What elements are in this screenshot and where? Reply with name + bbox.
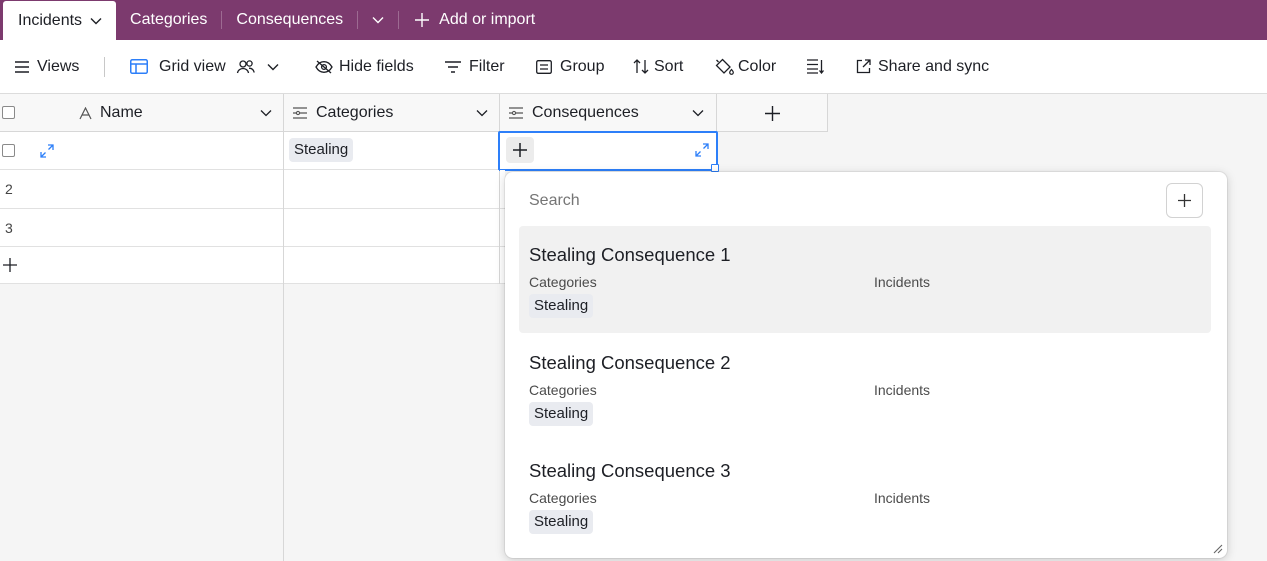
collaborators-icon [236,59,255,73]
add-row-button[interactable] [0,247,283,284]
color-button[interactable]: Color [715,58,776,76]
sort-icon [633,59,649,74]
grid-view-label: Grid view [159,57,226,75]
record-categories-label: Categories [529,382,597,398]
toolbar-divider [104,57,105,77]
categories-cell[interactable] [284,209,499,247]
search-input[interactable] [519,184,1159,218]
grid-icon [130,59,148,74]
expand-cell-icon[interactable] [695,143,709,157]
select-all-checkbox[interactable] [2,106,15,119]
tab-consequences-label: Consequences [236,11,344,28]
categories-cell[interactable]: Stealing [284,132,499,170]
chevron-down-icon [267,63,279,70]
expand-record-icon[interactable] [40,144,54,158]
record-incidents-label: Incidents [874,382,931,398]
record-title: Stealing Consequence 1 [529,244,731,265]
consequences-cell-active[interactable] [498,131,719,172]
row-height-button[interactable] [807,59,825,74]
table-row[interactable] [0,132,283,170]
record-title: Stealing Consequence 2 [529,352,731,373]
record-categories-label: Categories [529,274,597,290]
record-incidents-label: Incidents [874,490,931,506]
views-button[interactable]: Views [15,58,79,76]
view-toolbar: Views Grid view Hide fields Filter Group… [0,40,1267,94]
column-header-consequences[interactable]: Consequences [500,94,716,132]
row-number: 3 [5,220,13,236]
record-incidents-label: Incidents [874,274,931,290]
record-title: Stealing Consequence 3 [529,460,731,481]
resize-handle-icon[interactable] [1211,542,1223,554]
share-and-sync-button[interactable]: Share and sync [856,58,989,76]
share-and-sync-label: Share and sync [878,57,990,75]
record-option[interactable]: Stealing Consequence 3 Categories Incide… [519,442,1211,549]
group-label: Group [560,57,605,75]
linked-record-icon [509,107,523,119]
chevron-down-icon[interactable] [90,17,102,25]
color-label: Color [738,57,777,75]
tab-consequences[interactable]: Consequences [222,0,357,40]
eye-off-icon [315,60,333,73]
chevron-down-icon[interactable] [260,109,272,117]
plus-icon [415,13,430,27]
category-pill: Stealing [529,510,594,534]
row-number: 2 [5,181,13,197]
text-field-icon [79,106,92,119]
add-row-cell[interactable] [284,247,499,284]
tab-categories-label: Categories [130,11,208,28]
record-option[interactable]: Stealing Consequence 2 Categories Incide… [519,334,1211,441]
column-header-categories[interactable]: Categories [284,94,500,132]
grid-header-row: Name Categories Consequences [0,94,828,132]
add-or-import-label: Add or import [439,11,536,28]
chevron-down-icon [372,17,384,24]
plus-icon [513,143,527,157]
sort-label: Sort [654,57,684,75]
column-header-consequences-label: Consequences [532,104,639,121]
filter-button[interactable]: Filter [445,58,505,76]
chevron-down-icon[interactable] [692,109,704,117]
hide-fields-button[interactable]: Hide fields [315,58,414,76]
paint-bucket-icon [715,58,734,75]
cell-fill-handle[interactable] [711,164,719,172]
tab-incidents-label: Incidents [18,11,83,29]
record-option[interactable]: Stealing Consequence 1 Categories Incide… [519,226,1211,333]
plus-icon [764,105,780,121]
menu-icon [15,60,29,73]
plus-icon [3,258,17,272]
plus-icon [1178,194,1191,207]
row-height-icon [807,59,825,74]
create-new-record-button[interactable] [1166,183,1203,218]
external-link-icon [856,59,871,74]
filter-label: Filter [469,57,505,75]
chevron-down-icon[interactable] [476,109,488,117]
add-field-button[interactable] [716,94,828,132]
group-button[interactable]: Group [536,58,604,76]
row-checkbox[interactable] [2,144,15,157]
table-row[interactable]: 2 [0,170,283,209]
table-tab-bar: Incidents Categories Consequences Add or… [0,0,1267,40]
tab-categories[interactable]: Categories [116,0,221,40]
category-pill: Stealing [289,138,354,162]
grid-view-button[interactable]: Grid view [130,58,279,76]
sort-button[interactable]: Sort [633,58,683,76]
group-icon [536,59,552,74]
more-tables-button[interactable] [358,0,398,40]
hide-fields-label: Hide fields [339,57,414,75]
categories-cell[interactable] [284,170,499,209]
table-row[interactable]: 3 [0,209,283,247]
filter-icon [445,60,461,73]
tab-incidents[interactable]: Incidents [3,1,117,40]
linked-record-icon [293,107,307,119]
column-header-name-label: Name [100,104,143,121]
column-header-categories-label: Categories [316,104,394,121]
category-pill: Stealing [529,294,594,318]
column-header-name[interactable]: Name [79,94,284,132]
linked-record-picker: Stealing Consequence 1 Categories Incide… [505,172,1227,558]
views-label: Views [37,57,80,75]
category-pill: Stealing [529,402,594,426]
add-linked-record-button[interactable] [506,137,534,163]
add-or-import-button[interactable]: Add or import [399,0,549,40]
record-categories-label: Categories [529,490,597,506]
